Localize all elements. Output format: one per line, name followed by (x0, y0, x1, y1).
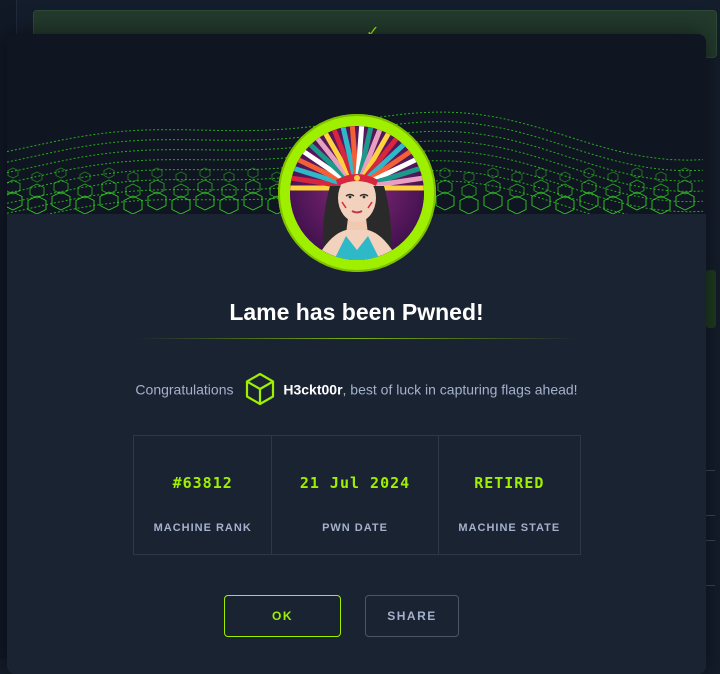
machine-state-label: MACHINE STATE (458, 522, 561, 534)
machine-state-value: RETIRED (474, 474, 545, 492)
hexagon-cube-icon (245, 372, 275, 406)
machine-avatar (278, 114, 436, 272)
congrats-message: Congratulations H3ckt00r, best of luck i… (7, 372, 706, 408)
pwn-date-value: 21 Jul 2024 (299, 474, 411, 492)
title-divider (137, 338, 577, 339)
username[interactable]: H3ckt00r (283, 382, 342, 398)
share-button[interactable]: SHARE (365, 595, 459, 637)
ok-button[interactable]: OK (224, 595, 341, 637)
congrats-suffix: , best of luck in capturing flags ahead! (342, 381, 578, 398)
modal-title: Lame has been Pwned! (229, 299, 484, 325)
pwn-date-label: PWN DATE (322, 522, 388, 534)
stat-machine-state: RETIRED MACHINE STATE (439, 436, 580, 554)
stat-machine-rank: #63812 MACHINE RANK (134, 436, 273, 554)
machine-rank-value: #63812 (172, 474, 233, 492)
congrats-prefix: Congratulations (135, 381, 234, 398)
pwned-modal: Lame has been Pwned! Congratulations H3c… (7, 34, 706, 674)
stat-pwn-date: 21 Jul 2024 PWN DATE (272, 436, 439, 554)
stats-panel: #63812 MACHINE RANK 21 Jul 2024 PWN DATE… (133, 435, 581, 555)
background-progress-strip (706, 270, 716, 328)
machine-rank-label: MACHINE RANK (153, 522, 252, 534)
